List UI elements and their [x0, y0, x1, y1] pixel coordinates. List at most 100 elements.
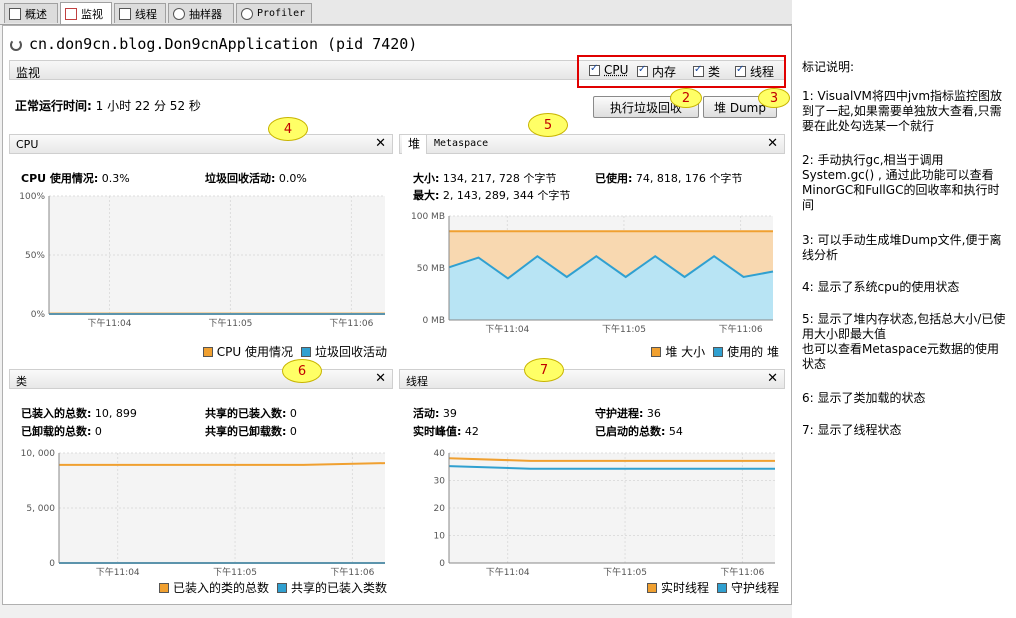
- annotation-bubble-6: 6: [282, 359, 322, 383]
- legend-swatch: [202, 346, 213, 357]
- x-tick-label: 下午11:05: [603, 566, 647, 578]
- y-tick-label: 30: [434, 477, 446, 487]
- heap-max-stat: 最大: 2, 143, 289, 344 个字节: [413, 187, 570, 203]
- tab-bar: 概述 监视 线程 抽样器 Profiler: [0, 0, 792, 25]
- legend-swatch: [158, 582, 169, 593]
- stat-value: 0: [289, 407, 297, 420]
- live-threads-stat: 活动: 39: [413, 405, 457, 421]
- stat-value: 0.3%: [101, 172, 130, 185]
- tab-heap[interactable]: 堆: [402, 135, 428, 154]
- stat-label: 已卸载的总数:: [21, 425, 92, 438]
- shared-loaded-stat: 共享的已装入数: 0: [205, 405, 297, 421]
- started-threads-stat: 已启动的总数: 54: [595, 423, 683, 439]
- y-tick-label: 10, 000: [21, 449, 56, 459]
- note-3: 3: 可以手动生成堆Dump文件,便于离线分析: [802, 233, 1002, 262]
- classes-panel: 类 ✕ 已装入的总数: 10, 899 已卸载的总数: 0 共享的已装入数: 0…: [9, 369, 393, 597]
- legend-label: 使用的 堆: [727, 345, 779, 359]
- close-icon[interactable]: ✕: [375, 371, 386, 386]
- legend-label: 共享的已装入类数: [290, 581, 387, 595]
- stat-label: 共享的已装入数:: [205, 407, 287, 420]
- stat-value: 36: [646, 407, 661, 420]
- profiler-icon: [241, 7, 253, 20]
- note-6: 6: 显示了类加载的状态: [802, 391, 926, 405]
- note-1: 1: VisualVM将四中jvm指标监控图放到了一起,如果需要单独放大查看,只…: [802, 89, 1003, 133]
- legend-label: 堆 大小: [665, 345, 706, 359]
- tab-sampler[interactable]: 抽样器: [168, 3, 234, 23]
- classes-panel-header: 类 ✕: [9, 369, 393, 389]
- legend-swatch: [651, 346, 662, 357]
- overview-icon: [9, 7, 21, 20]
- stat-value: 0: [289, 425, 297, 438]
- x-tick-label: 下午11:04: [486, 566, 530, 578]
- y-tick-label: 0%: [31, 310, 46, 320]
- x-tick-label: 下午11:05: [213, 566, 257, 578]
- monitor-icon: [65, 7, 77, 20]
- legend-label: 守护线程: [730, 581, 779, 595]
- stat-value: 134, 217, 728 个字节: [442, 172, 557, 185]
- tab-label: 线程: [135, 7, 157, 21]
- classes-chart: 10, 000 5, 000 0 下午11:04 下午11:05 下午11:06: [21, 449, 386, 578]
- loaded-classes-stat: 已装入的总数: 10, 899: [21, 405, 137, 421]
- y-tick-label: 10: [434, 532, 446, 542]
- y-tick-label: 50%: [25, 251, 45, 261]
- tab-profiler[interactable]: Profiler: [236, 3, 312, 23]
- stat-label: 已装入的总数:: [21, 407, 92, 420]
- app-name: cn.don9cn.blog.Don9cnApplication: [29, 35, 318, 53]
- note-5: 5: 显示了堆内存状态,包括总大小/已使用大小即最大值 也可以查看Metaspa…: [802, 312, 1006, 371]
- stat-label: 已使用:: [595, 172, 633, 185]
- stat-value: 0: [94, 425, 102, 438]
- monitor-content: cn.don9cn.blog.Don9cnApplication (pid 74…: [2, 25, 792, 605]
- panel-title: 类: [16, 375, 27, 388]
- daemon-threads-stat: 守护进程: 36: [595, 405, 661, 421]
- heap-used-stat: 已使用: 74, 818, 176 个字节: [595, 170, 742, 186]
- legend-swatch: [300, 346, 311, 357]
- app-pid: (pid 7420): [327, 35, 418, 53]
- close-icon[interactable]: ✕: [767, 136, 778, 151]
- y-tick-label: 5, 000: [26, 504, 55, 514]
- heap-panel: 堆 Metaspace ✕ 大小: 134, 217, 728 个字节 已使用:…: [399, 134, 785, 362]
- cpu-panel: CPU ✕ CPU 使用情况: 0.3% 垃圾回收活动: 0.0% 100% 50…: [9, 134, 393, 362]
- sampler-icon: [173, 7, 185, 20]
- tab-metaspace[interactable]: Metaspace: [434, 138, 488, 149]
- stat-label: 已启动的总数:: [595, 425, 666, 438]
- y-tick-label: 100 MB: [411, 212, 445, 222]
- tab-overview[interactable]: 概述: [4, 3, 58, 23]
- uptime: 正常运行时间: 1 小时 22 分 52 秒: [15, 97, 201, 114]
- visualvm-window: 概述 监视 线程 抽样器 Profiler cn.don9cn.blog.Don…: [0, 0, 838, 618]
- y-tick-label: 0 MB: [422, 316, 445, 326]
- tab-label: 监视: [81, 7, 103, 21]
- stat-label: CPU 使用情况:: [21, 172, 99, 185]
- annotation-bubble-3: 3: [758, 88, 790, 108]
- panel-title: CPU: [16, 138, 39, 151]
- x-tick-label: 下午11:04: [88, 317, 132, 329]
- annotation-bubble-5: 5: [528, 113, 568, 137]
- loading-spinner-icon: [10, 39, 22, 51]
- tab-label: 抽样器: [189, 7, 222, 21]
- note-4: 4: 显示了系统cpu的使用状态: [802, 280, 960, 294]
- x-tick-label: 下午11:06: [720, 566, 764, 578]
- x-tick-label: 下午11:06: [330, 566, 374, 578]
- uptime-value: 1 小时 22 分 52 秒: [95, 99, 201, 113]
- y-tick-label: 40: [434, 449, 446, 459]
- heap-chart: 100 MB 50 MB 0 MB 下午11:04 下午11:05 下午11:06: [411, 212, 774, 335]
- x-tick-label: 下午11:06: [719, 323, 763, 335]
- x-tick-label: 下午11:05: [208, 317, 252, 329]
- stat-value: 54: [668, 425, 683, 438]
- threads-chart: 40 30 20 10 0 下午11:04 下午11:05 下午11:06: [434, 449, 775, 578]
- section-label: 监视: [16, 66, 41, 80]
- page-title: cn.don9cn.blog.Don9cnApplication (pid 74…: [29, 35, 417, 53]
- stat-label: 共享的已卸载数:: [205, 425, 287, 438]
- gc-activity-stat: 垃圾回收活动: 0.0%: [205, 170, 307, 186]
- annotation-bubble-2: 2: [670, 88, 702, 108]
- close-icon[interactable]: ✕: [767, 371, 778, 386]
- close-icon[interactable]: ✕: [375, 136, 386, 151]
- legend-label: 实时线程: [660, 581, 709, 595]
- unloaded-classes-stat: 已卸载的总数: 0: [21, 423, 102, 439]
- tab-label: 概述: [25, 7, 47, 21]
- tab-threads[interactable]: 线程: [114, 3, 166, 23]
- stat-value: 74, 818, 176 个字节: [635, 172, 743, 185]
- y-tick-label: 0: [49, 559, 55, 569]
- stat-label: 实时峰值:: [413, 425, 462, 438]
- tab-monitor[interactable]: 监视: [60, 2, 112, 24]
- legend-label: 已装入的类的总数: [172, 581, 269, 595]
